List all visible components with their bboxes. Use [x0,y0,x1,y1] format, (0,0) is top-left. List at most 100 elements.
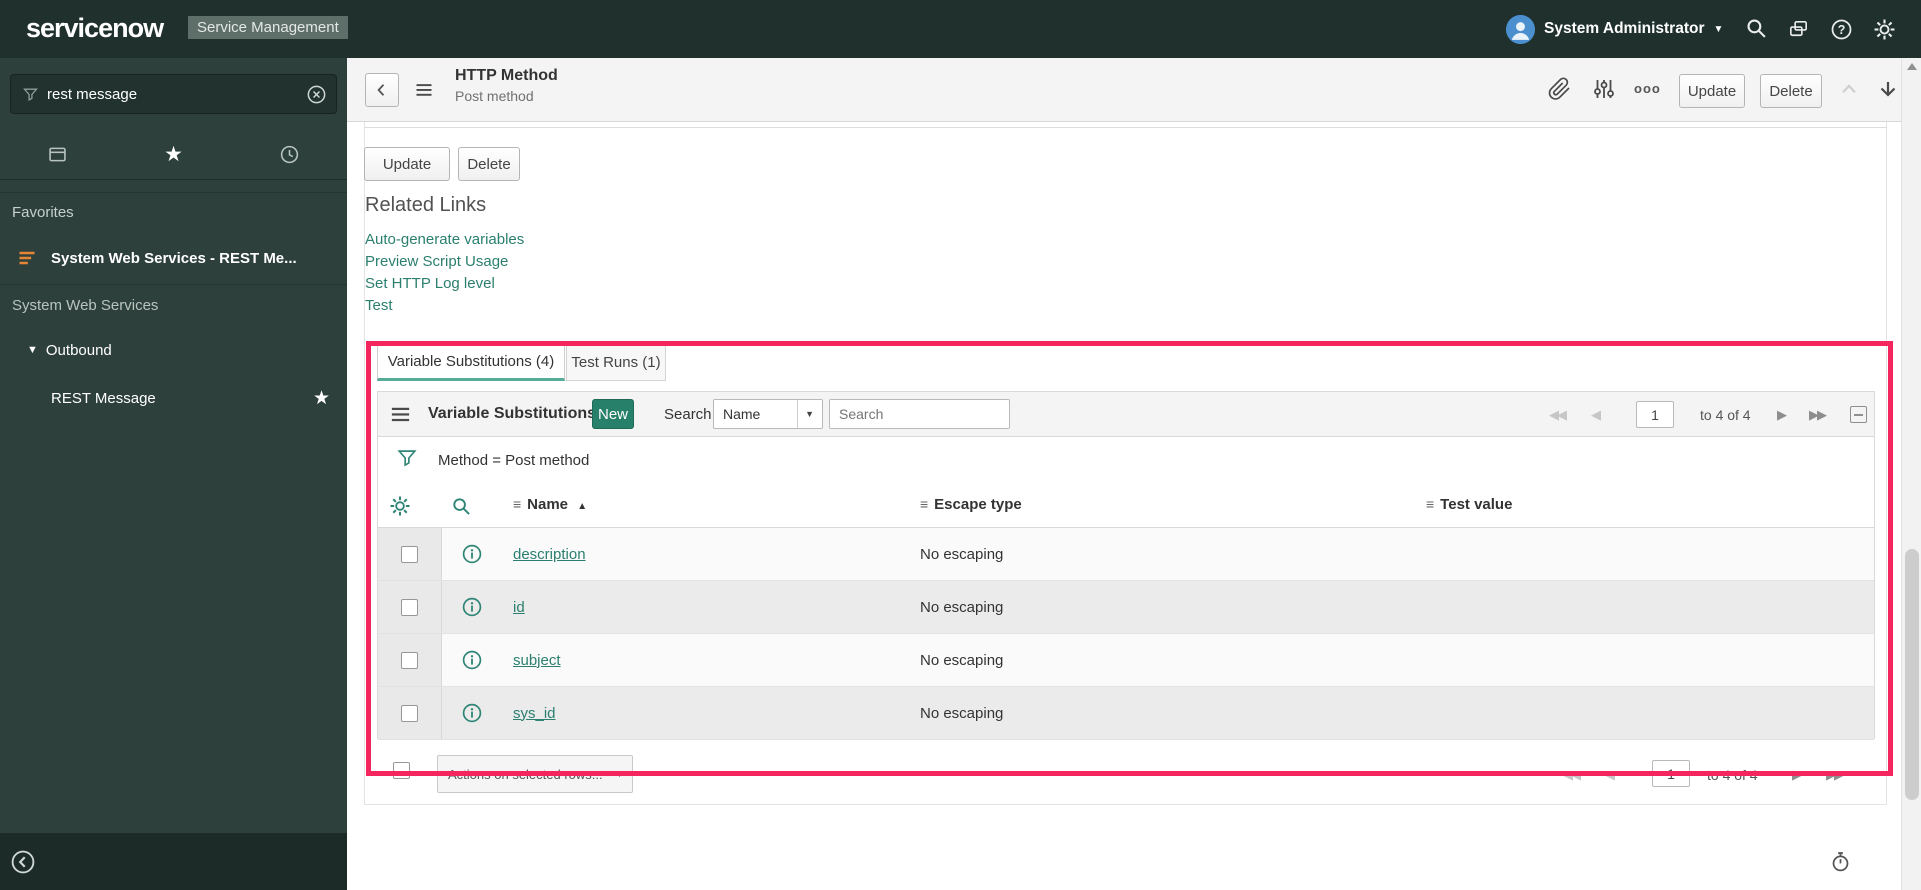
info-cell [442,687,501,739]
actions-on-rows-select[interactable]: Actions on selected rows... ▼ [437,755,633,793]
delete-button[interactable]: Delete [1760,74,1822,108]
servicenow-logo[interactable]: servicenow [26,13,164,44]
row-range-text: to 4 of 4 [1707,767,1758,783]
related-link-test[interactable]: Test [365,297,393,314]
favorite-star-icon[interactable]: ★ [313,387,330,410]
gear-icon[interactable] [1873,18,1896,41]
back-button[interactable] [365,73,399,107]
record-info-icon[interactable] [462,703,482,723]
favorite-item-rest-message[interactable]: System Web Services - REST Me... [0,234,347,282]
search-label: Search [664,406,712,423]
table-row: sys_id No escaping [378,687,1874,740]
first-page-button[interactable]: ◀◀ [1549,407,1567,423]
record-link[interactable]: subject [513,652,561,669]
row-checkbox[interactable] [401,704,418,722]
column-label: Test value [1440,496,1513,513]
more-options-icon[interactable]: ooo [1634,81,1661,96]
related-link-preview-script[interactable]: Preview Script Usage [365,253,508,270]
select-all-checkbox[interactable] [393,762,410,779]
column-header-test-value[interactable]: ≡ Test value [1426,496,1512,513]
next-record-icon[interactable] [1876,78,1900,102]
last-page-button[interactable]: ▶▶ [1826,767,1844,783]
next-page-button[interactable]: ▶ [1792,767,1802,783]
module-rest-message[interactable]: REST Message ★ [0,374,347,422]
related-link-auto-generate[interactable]: Auto-generate variables [365,231,524,248]
info-cell [442,634,501,686]
response-time-stopwatch-icon[interactable] [1829,850,1852,873]
tab-test-runs[interactable]: Test Runs (1) [566,344,666,381]
tab-label: Test Runs (1) [571,354,661,371]
form-delete-button[interactable]: Delete [458,147,520,181]
escape-type-cell: No escaping [920,704,1004,722]
search-column-select[interactable]: Name ▼ [713,399,823,429]
list-header-bar: Variable Substitutions New Search Name ▼… [378,392,1874,437]
scroll-up-arrow[interactable] [1906,63,1917,70]
column-header-name[interactable]: ≡ Name ▲ [513,496,587,513]
collapse-navigator-icon[interactable] [10,849,36,875]
servicenow-window: servicenow Service Management System Adm… [0,0,1921,890]
column-menu-icon: ≡ [513,496,522,512]
related-link-set-http-log[interactable]: Set HTTP Log level [365,275,495,292]
vertical-scrollbar[interactable] [1901,58,1921,890]
app-scope-label: Service Management [188,16,348,39]
clear-search-icon[interactable] [306,84,327,105]
tab-favorites[interactable]: ★ [116,130,232,179]
favorite-item-label: System Web Services - REST Me... [51,249,297,267]
user-menu[interactable]: System Administrator ▼ [1506,14,1723,44]
row-checkbox[interactable] [401,598,418,616]
column-label: Name [527,496,569,513]
navigator-search-input[interactable] [39,85,306,103]
related-links-title: Related Links [365,194,487,216]
page-number-input[interactable] [1636,401,1674,428]
chevron-down-icon: ▼ [797,400,822,428]
conversations-icon[interactable] [1787,18,1810,41]
record-info-icon[interactable] [462,650,482,670]
help-icon[interactable] [1830,18,1853,41]
list-filter-row: Method = Post method [378,437,1874,484]
collapse-list-icon[interactable] [1850,406,1867,423]
record-link[interactable]: sys_id [513,705,556,722]
info-cell [442,528,501,580]
last-page-button[interactable]: ▶▶ [1809,407,1827,423]
tab-variable-substitutions[interactable]: Variable Substitutions (4) [377,344,565,381]
record-link[interactable]: description [513,546,586,563]
global-search-icon[interactable] [1746,18,1767,39]
filter-funnel-icon [22,86,39,103]
variable-substitutions-list: Variable Substitutions New Search Name ▼… [377,391,1875,740]
previous-page-button[interactable]: ◀ [1605,767,1615,783]
escape-type-cell: No escaping [920,598,1004,616]
filter-breadcrumb[interactable]: Method = Post method [438,452,589,469]
row-checkbox[interactable] [401,545,418,563]
list-search-input[interactable] [829,399,1010,429]
row-checkbox[interactable] [401,651,418,669]
next-page-button[interactable]: ▶ [1777,407,1787,423]
page-number-input[interactable] [1652,760,1690,787]
checkbox-cell [378,581,442,633]
new-button[interactable]: New [592,399,634,429]
filter-funnel-icon[interactable] [396,447,418,469]
record-info-icon[interactable] [462,544,482,564]
navigator-search-box [10,74,337,114]
outbound-group[interactable]: ▼ Outbound [0,328,347,372]
field-divider [364,127,1887,128]
chevron-down-icon: ▼ [1713,23,1724,35]
record-link[interactable]: id [513,599,525,616]
update-button[interactable]: Update [1679,74,1745,108]
personalize-list-gear-icon[interactable] [389,495,411,517]
column-header-escape-type[interactable]: ≡ Escape type [920,496,1022,513]
first-page-button[interactable]: ◀◀ [1563,767,1581,783]
previous-page-button[interactable]: ◀ [1591,407,1601,423]
tab-history[interactable] [231,130,347,179]
scrollbar-thumb[interactable] [1905,549,1919,800]
attachment-icon[interactable] [1548,77,1572,101]
clock-icon [279,144,300,165]
record-info-icon[interactable] [462,597,482,617]
previous-record-icon[interactable] [1838,79,1860,101]
form-update-button[interactable]: Update [364,147,450,181]
column-search-icon[interactable] [452,497,471,516]
tab-all-applications[interactable] [0,130,116,179]
list-context-menu-icon[interactable] [389,403,412,426]
checkbox-cell [378,687,442,739]
form-context-menu-icon[interactable] [412,80,436,100]
personalize-form-icon[interactable] [1592,77,1616,101]
